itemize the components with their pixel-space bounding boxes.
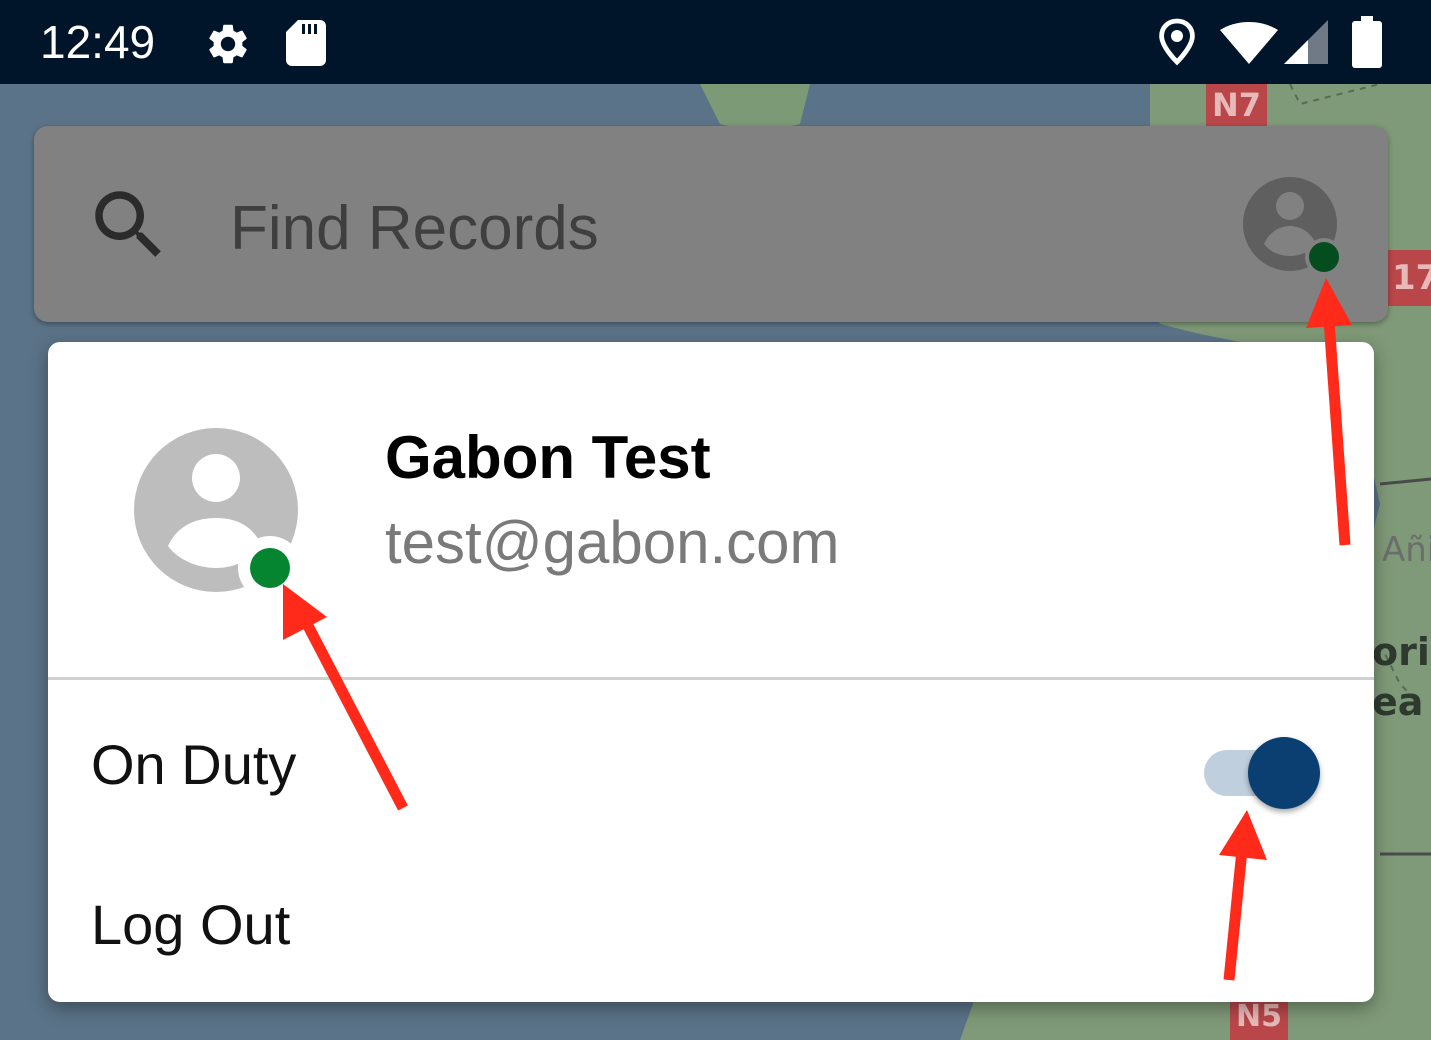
search-status-dot bbox=[1305, 238, 1343, 276]
menu-divider bbox=[48, 677, 1374, 680]
map-place-label-ani: Añi bbox=[1382, 530, 1431, 570]
signal-icon bbox=[1284, 20, 1328, 68]
account-menu: Gabon Test test@gabon.com On Duty Log Ou… bbox=[48, 342, 1374, 1002]
location-icon bbox=[1158, 18, 1196, 70]
status-time: 12:49 bbox=[40, 16, 156, 68]
menu-item-label: On Duty bbox=[91, 733, 297, 796]
gear-icon bbox=[204, 20, 252, 72]
road-badge-17: 17 bbox=[1388, 250, 1431, 306]
map-place-label-oria: oria bbox=[1372, 630, 1431, 674]
menu-item-label: Log Out bbox=[91, 893, 291, 956]
toggle-thumb[interactable] bbox=[1248, 737, 1320, 809]
wifi-icon bbox=[1220, 22, 1278, 70]
on-duty-toggle[interactable] bbox=[1204, 737, 1324, 809]
road-badge-n7: N7 bbox=[1206, 84, 1268, 126]
user-name: Gabon Test bbox=[385, 424, 711, 491]
sd-card-icon bbox=[286, 20, 326, 70]
screen: N7 17 N5 Añi oria ea 12:49 bbox=[0, 0, 1431, 1040]
search-input[interactable] bbox=[230, 190, 1130, 266]
road-badge-n5: N5 bbox=[1230, 1000, 1288, 1040]
status-bar: 12:49 bbox=[0, 0, 1431, 84]
search-icon[interactable] bbox=[84, 180, 174, 274]
map-place-label-ea: ea bbox=[1372, 680, 1424, 724]
battery-icon bbox=[1352, 16, 1382, 72]
profile-status-dot bbox=[238, 536, 302, 600]
user-email: test@gabon.com bbox=[385, 509, 840, 576]
menu-item-log-out[interactable]: Log Out bbox=[48, 847, 1374, 997]
menu-item-on-duty[interactable]: On Duty bbox=[48, 687, 1374, 837]
